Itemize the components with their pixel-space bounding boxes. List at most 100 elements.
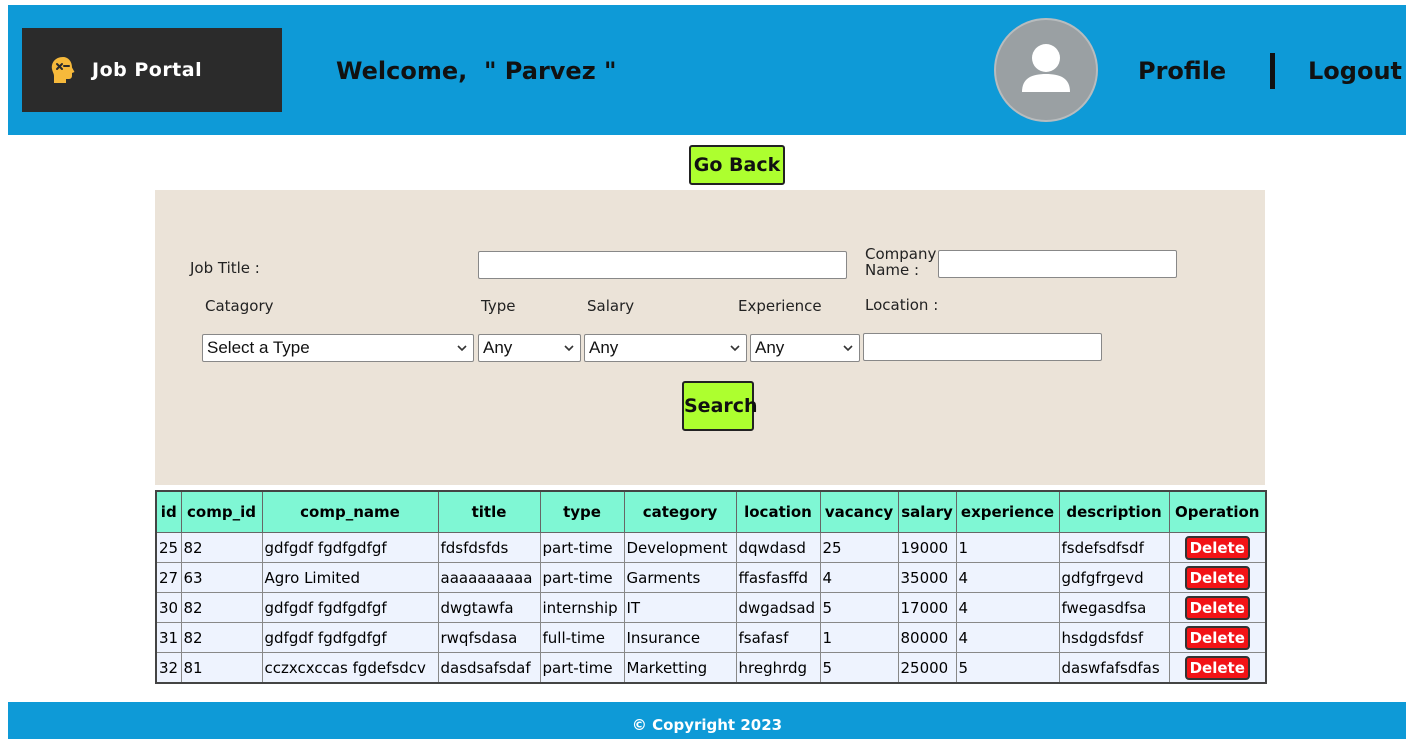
chevron-down-icon (843, 345, 853, 352)
cell-salary: 19000 (897, 532, 957, 563)
column-header-vacancy: vacancy (819, 490, 899, 533)
cell-id: 30 (155, 592, 182, 623)
cell-description: hsdgdsfdsf (1058, 622, 1170, 653)
avatar[interactable] (994, 18, 1098, 122)
delete-button[interactable]: Delete (1184, 625, 1250, 650)
cell-location: fsafasf (735, 622, 821, 653)
nav-divider (1270, 53, 1275, 89)
cell-type: part-time (539, 562, 625, 593)
cell-id: 25 (155, 532, 182, 563)
cell-operation: Delete (1168, 562, 1267, 593)
cell-comp_id: 81 (180, 652, 263, 684)
cell-category: Insurance (623, 622, 737, 653)
cell-experience: 5 (955, 652, 1060, 684)
cell-vacancy: 5 (819, 592, 899, 623)
cell-vacancy: 4 (819, 562, 899, 593)
table-body: 25 82 gdfgdf fgdfgdfgf fdsfdsfds part-time De… (155, 532, 1267, 684)
experience-select[interactable]: Any (750, 334, 860, 362)
chevron-down-icon (730, 345, 740, 352)
cell-location: dqwdasd (735, 532, 821, 563)
type-select[interactable]: Any (478, 334, 581, 362)
table-row: 27 63 Agro Limited aaaaaaaaaa part-time Garme… (155, 562, 1267, 593)
cell-comp_id: 82 (180, 622, 263, 653)
cell-vacancy: 25 (819, 532, 899, 563)
logout-link[interactable]: Logout (1308, 57, 1402, 85)
logo-text: Job Portal (92, 59, 203, 81)
column-header-location: location (735, 490, 821, 533)
search-button[interactable]: Search (682, 381, 758, 431)
company-name-label: Company Name : (865, 246, 936, 278)
cell-comp_id: 82 (180, 532, 263, 563)
cell-title: rwqfsdasa (437, 622, 541, 653)
cell-category: Development (623, 532, 737, 563)
cell-type: internship (539, 592, 625, 623)
cell-location: hreghrdg (735, 652, 821, 684)
cell-title: fdsfdsfds (437, 532, 541, 563)
cell-title: dasdsafsdaf (437, 652, 541, 684)
footer: © Copyright 2023 (8, 702, 1406, 739)
experience-select-value: Any (755, 338, 785, 357)
cell-title: dwgtawfa (437, 592, 541, 623)
category-label: Catagory (205, 297, 274, 315)
job-title-label: Job Title : (190, 259, 260, 277)
cell-salary: 35000 (897, 562, 957, 593)
cell-category: Marketting (623, 652, 737, 684)
cell-location: dwgadsad (735, 592, 821, 623)
cell-comp_name: gdfgdf fgdfgdfgf (261, 532, 439, 563)
salary-label: Salary (587, 297, 635, 315)
cell-comp_id: 63 (180, 562, 263, 593)
cell-id: 27 (155, 562, 182, 593)
salary-select-value: Any (589, 338, 619, 357)
column-header-type: type (539, 490, 625, 533)
cell-category: Garments (623, 562, 737, 593)
cell-type: part-time (539, 652, 625, 684)
cell-operation: Delete (1168, 652, 1267, 684)
delete-button[interactable]: Delete (1184, 595, 1250, 620)
delete-button[interactable]: Delete (1184, 565, 1250, 590)
cell-comp_name: gdfgdf fgdfgdfgf (261, 622, 439, 653)
jobs-table: id comp_id comp_name title type category locat… (155, 490, 1267, 684)
top-header: Job Portal Welcome, " Parvez " Profile L… (8, 5, 1406, 135)
type-select-value: Any (483, 338, 513, 357)
cell-description: gdfgfrgevd (1058, 562, 1170, 593)
delete-button[interactable]: Delete (1184, 535, 1250, 560)
column-header-title: title (437, 490, 541, 533)
cell-location: ffasfasffd (735, 562, 821, 593)
job-title-input[interactable] (478, 251, 847, 279)
welcome-message: Welcome, " Parvez " (336, 57, 617, 85)
cell-experience: 1 (955, 532, 1060, 563)
type-label: Type (481, 297, 516, 315)
column-header-salary: salary (897, 490, 957, 533)
delete-button[interactable]: Delete (1184, 655, 1250, 680)
column-header-comp_name: comp_name (261, 490, 439, 533)
cell-experience: 4 (955, 562, 1060, 593)
cell-id: 32 (155, 652, 182, 684)
cell-experience: 4 (955, 622, 1060, 653)
location-input[interactable] (863, 333, 1102, 361)
company-name-input[interactable] (938, 250, 1177, 278)
cell-experience: 4 (955, 592, 1060, 623)
cell-salary: 25000 (897, 652, 957, 684)
salary-select[interactable]: Any (584, 334, 747, 362)
cell-operation: Delete (1168, 532, 1267, 563)
cell-comp_name: Agro Limited (261, 562, 439, 593)
chevron-down-icon (564, 345, 574, 352)
search-panel: Job Title : Company Name : Catagory Type… (155, 190, 1265, 485)
head-icon (51, 57, 75, 83)
chevron-down-icon (457, 345, 467, 352)
table-header-row: id comp_id comp_name title type category locat… (155, 490, 1267, 533)
user-icon (1022, 44, 1070, 92)
cell-id: 31 (155, 622, 182, 653)
profile-link[interactable]: Profile (1138, 57, 1226, 85)
go-back-button[interactable]: Go Back (689, 145, 785, 185)
cell-type: full-time (539, 622, 625, 653)
table-row: 25 82 gdfgdf fgdfgdfgf fdsfdsfds part-time De… (155, 532, 1267, 563)
logo[interactable]: Job Portal (22, 28, 282, 112)
column-header-experience: experience (955, 490, 1060, 533)
category-select[interactable]: Select a Type (202, 334, 474, 362)
table-row: 32 81 cczxcxccas fgdefsdcv dasdsafsdaf part-… (155, 652, 1267, 684)
results-table-wrapper: id comp_id comp_name title type category locat… (155, 490, 1267, 684)
cell-operation: Delete (1168, 592, 1267, 623)
cell-description: daswfafsdfas (1058, 652, 1170, 684)
cell-comp_name: gdfgdf fgdfgdfgf (261, 592, 439, 623)
